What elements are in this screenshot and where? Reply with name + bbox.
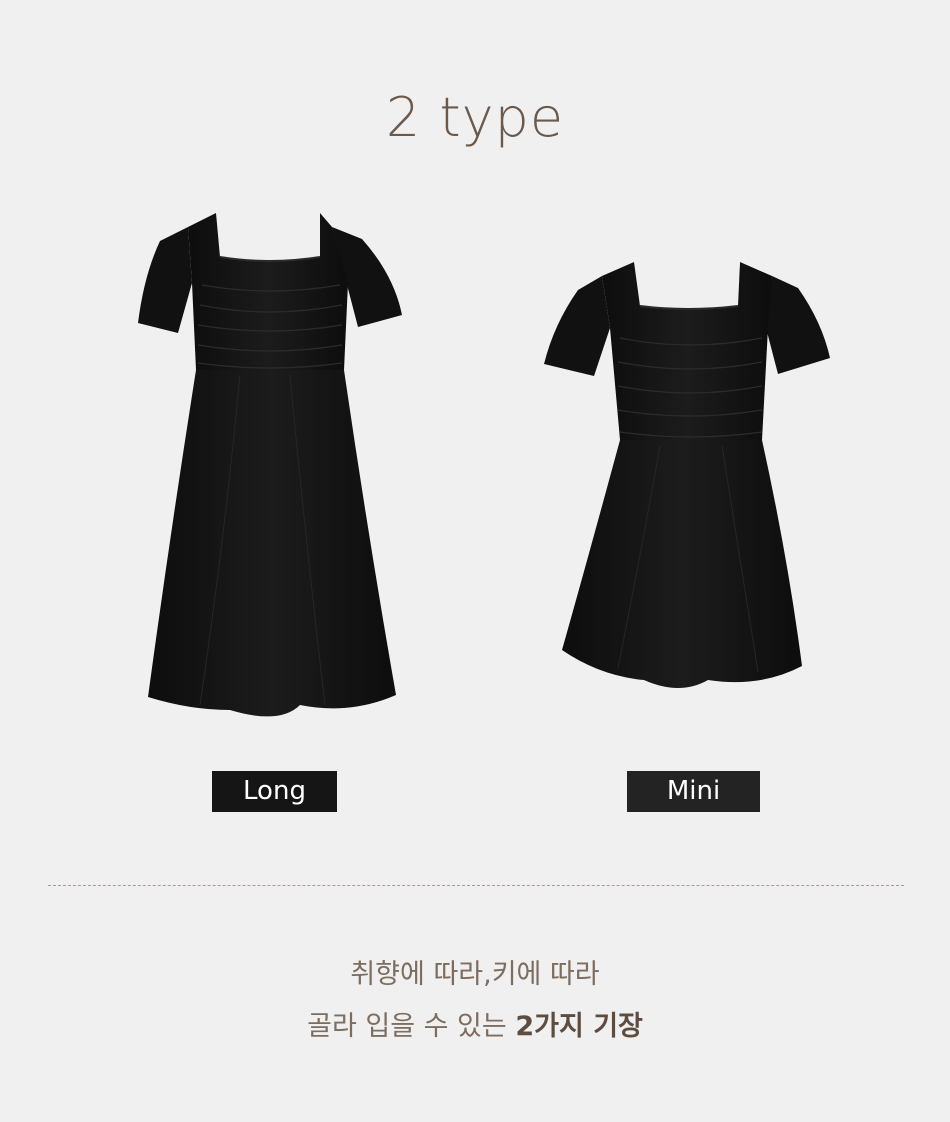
long-dress-image — [130, 205, 410, 750]
page-title: 2 type — [385, 86, 565, 149]
caption-line-1: 취향에 따라,키에 따라 — [350, 959, 600, 990]
long-type-label: Long — [212, 771, 337, 812]
caption-line-2-regular: 골라 입을 수 있는 — [307, 1011, 516, 1042]
mini-dress-image — [540, 258, 840, 698]
caption-line-2-bold: 2가지 기장 — [515, 1011, 643, 1042]
mini-type-label: Mini — [627, 771, 760, 812]
dashed-divider — [48, 885, 904, 886]
caption-line-2: 골라 입을 수 있는 2가지 기장 — [0, 1004, 950, 1043]
